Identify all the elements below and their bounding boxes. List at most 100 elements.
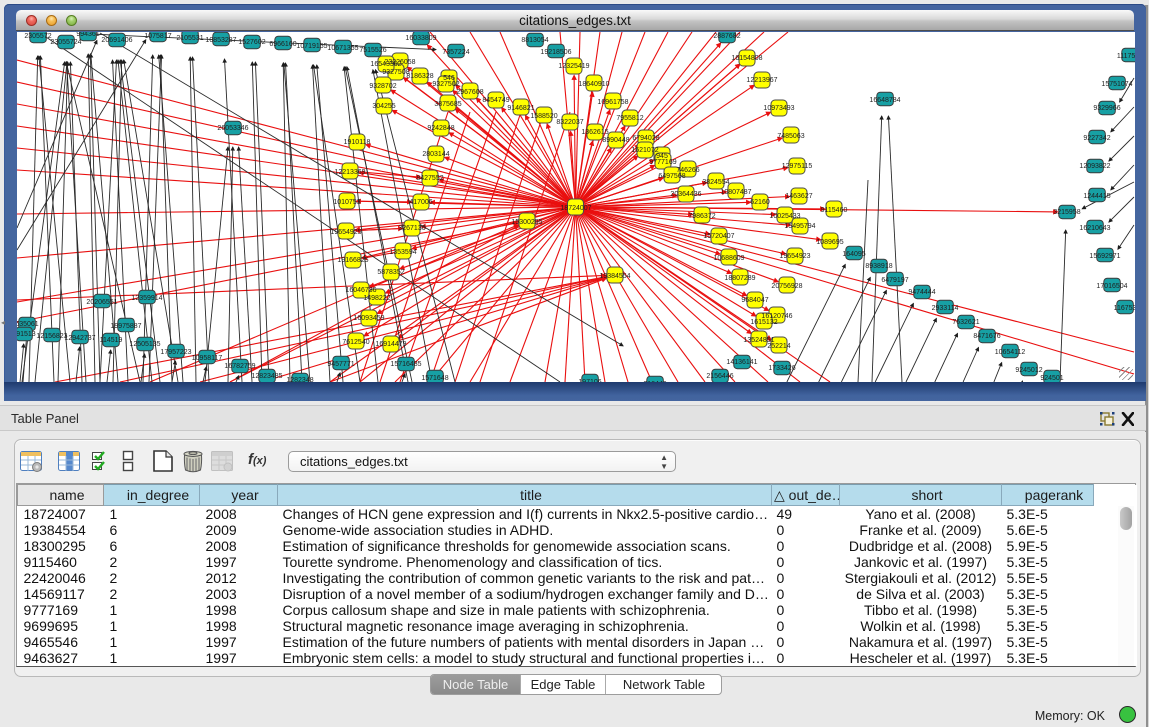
svg-text:2105531: 2105531	[176, 35, 203, 42]
svg-text:8427552: 8427552	[416, 175, 443, 182]
svg-text:16914479: 16914479	[375, 341, 406, 348]
svg-text:3215958: 3215958	[1053, 209, 1080, 216]
svg-text:304255: 304255	[372, 103, 395, 110]
svg-text:7515526: 7515526	[359, 47, 386, 54]
svg-text:1588520: 1588520	[530, 113, 557, 120]
svg-text:12505135: 12505135	[129, 341, 160, 348]
svg-text:62160: 62160	[750, 199, 770, 206]
svg-text:12823485: 12823485	[251, 373, 282, 380]
svg-text:8938918: 8938918	[865, 263, 892, 270]
svg-text:2305572: 2305572	[24, 33, 51, 40]
svg-text:252214: 252214	[767, 343, 790, 350]
svg-text:6966160: 6966160	[269, 41, 296, 48]
svg-text:16543362: 16543362	[370, 61, 401, 68]
svg-text:9329966: 9329966	[1093, 105, 1120, 112]
svg-text:1282348: 1282348	[286, 377, 313, 382]
svg-text:1733426: 1733426	[768, 365, 795, 372]
svg-text:10671355: 10671355	[327, 45, 358, 52]
svg-text:16154808: 16154808	[731, 55, 762, 62]
svg-text:15751074: 15751074	[1101, 81, 1132, 88]
svg-text:1571648: 1571648	[421, 375, 448, 382]
svg-text:1353594: 1353594	[389, 249, 416, 256]
svg-text:12325419: 12325419	[558, 63, 589, 70]
svg-text:5878352: 5878352	[377, 269, 404, 276]
svg-text:12213369: 12213369	[334, 169, 365, 176]
svg-text:1244415: 1244415	[1083, 193, 1110, 200]
svg-text:114519: 114519	[100, 337, 123, 344]
svg-text:164095: 164095	[842, 251, 865, 258]
svg-text:10853287: 10853287	[205, 37, 236, 44]
svg-text:1910118: 1910118	[344, 139, 371, 146]
svg-text:3267130: 3267130	[398, 225, 425, 232]
svg-text:16033809: 16033809	[405, 35, 436, 42]
svg-text:1498222: 1498222	[363, 295, 390, 302]
svg-text:16046736: 16046736	[345, 287, 376, 294]
svg-text:8454749: 8454749	[482, 97, 509, 104]
svg-text:9457771: 9457771	[327, 361, 354, 368]
svg-text:12942737: 12942737	[64, 335, 95, 342]
svg-text:2156446: 2156446	[706, 373, 733, 380]
svg-text:10807487: 10807487	[720, 189, 751, 196]
svg-text:7986372: 7986372	[688, 213, 715, 220]
svg-text:6479197: 6479197	[881, 277, 908, 284]
svg-text:12359914: 12359914	[131, 295, 162, 302]
svg-text:20364436: 20364436	[670, 191, 701, 198]
svg-text:391513: 391513	[17, 331, 36, 338]
svg-text:9146821: 9146821	[507, 105, 534, 112]
svg-text:19166825: 19166825	[337, 257, 368, 264]
svg-text:26053346: 26053346	[217, 125, 248, 132]
svg-text:7357224: 7357224	[442, 49, 469, 56]
svg-text:19975887: 19975887	[110, 323, 141, 330]
svg-text:20206551: 20206551	[86, 299, 117, 306]
svg-text:7955812: 7955812	[616, 115, 643, 122]
svg-text:15300295: 15300295	[511, 219, 542, 226]
svg-text:1089695: 1089695	[816, 239, 843, 246]
svg-text:635061: 635061	[17, 321, 39, 328]
svg-text:20756928: 20756928	[771, 283, 802, 290]
svg-text:15495794: 15495794	[784, 223, 815, 230]
svg-text:994361: 994361	[76, 32, 99, 38]
svg-text:15716485: 15716485	[390, 361, 421, 368]
svg-text:2803144: 2803144	[422, 151, 449, 158]
svg-text:18807289: 18807289	[724, 275, 755, 282]
svg-text:1117538: 1117538	[1117, 53, 1135, 60]
svg-text:9328702: 9328702	[369, 83, 396, 90]
svg-text:8990448: 8990448	[602, 137, 629, 144]
svg-text:9327502: 9327502	[432, 81, 459, 88]
svg-text:1621072: 1621072	[631, 147, 658, 154]
svg-text:16093459: 16093459	[353, 315, 384, 322]
svg-text:9245012: 9245012	[1015, 367, 1042, 374]
svg-text:3875685: 3875685	[434, 101, 461, 108]
svg-text:18640910: 18640910	[578, 81, 609, 88]
svg-text:197106: 197106	[578, 379, 601, 382]
svg-text:9777169: 9777169	[649, 159, 676, 166]
svg-text:7612540: 7612540	[342, 339, 369, 346]
svg-text:9227342: 9227342	[1083, 135, 1110, 142]
svg-text:19218506: 19218506	[540, 49, 571, 56]
svg-text:8322037: 8322037	[556, 119, 583, 126]
svg-text:8186328: 8186328	[406, 73, 433, 80]
svg-text:1463627: 1463627	[785, 193, 812, 200]
svg-text:1615132: 1615132	[750, 319, 777, 326]
svg-text:18724007: 18724007	[560, 205, 591, 212]
svg-text:8471676: 8471676	[973, 333, 1000, 340]
svg-text:924501: 924501	[1040, 375, 1063, 382]
svg-text:1010753: 1010753	[333, 199, 360, 206]
svg-text:15720407: 15720407	[703, 233, 734, 240]
svg-text:9242848: 9242848	[427, 125, 454, 132]
svg-text:12093822: 12093822	[1079, 163, 1110, 170]
svg-text:17957223: 17957223	[160, 349, 191, 356]
svg-text:10654112: 10654112	[995, 349, 1026, 356]
svg-text:19654923: 19654923	[779, 253, 810, 260]
svg-text:12156823: 12156823	[36, 333, 67, 340]
svg-text:6794028: 6794028	[632, 135, 659, 142]
svg-text:16210643: 16210643	[1079, 225, 1110, 232]
svg-text:216446: 216446	[643, 381, 666, 382]
svg-text:10688609: 10688609	[713, 255, 744, 262]
svg-text:17016504: 17016504	[1096, 283, 1127, 290]
svg-text:19654925: 19654925	[330, 229, 361, 236]
svg-text:12975115: 12975115	[782, 163, 813, 170]
svg-text:15692971: 15692971	[1089, 253, 1120, 260]
svg-text:9474444: 9474444	[908, 289, 935, 296]
svg-text:14136141: 14136141	[726, 359, 757, 366]
